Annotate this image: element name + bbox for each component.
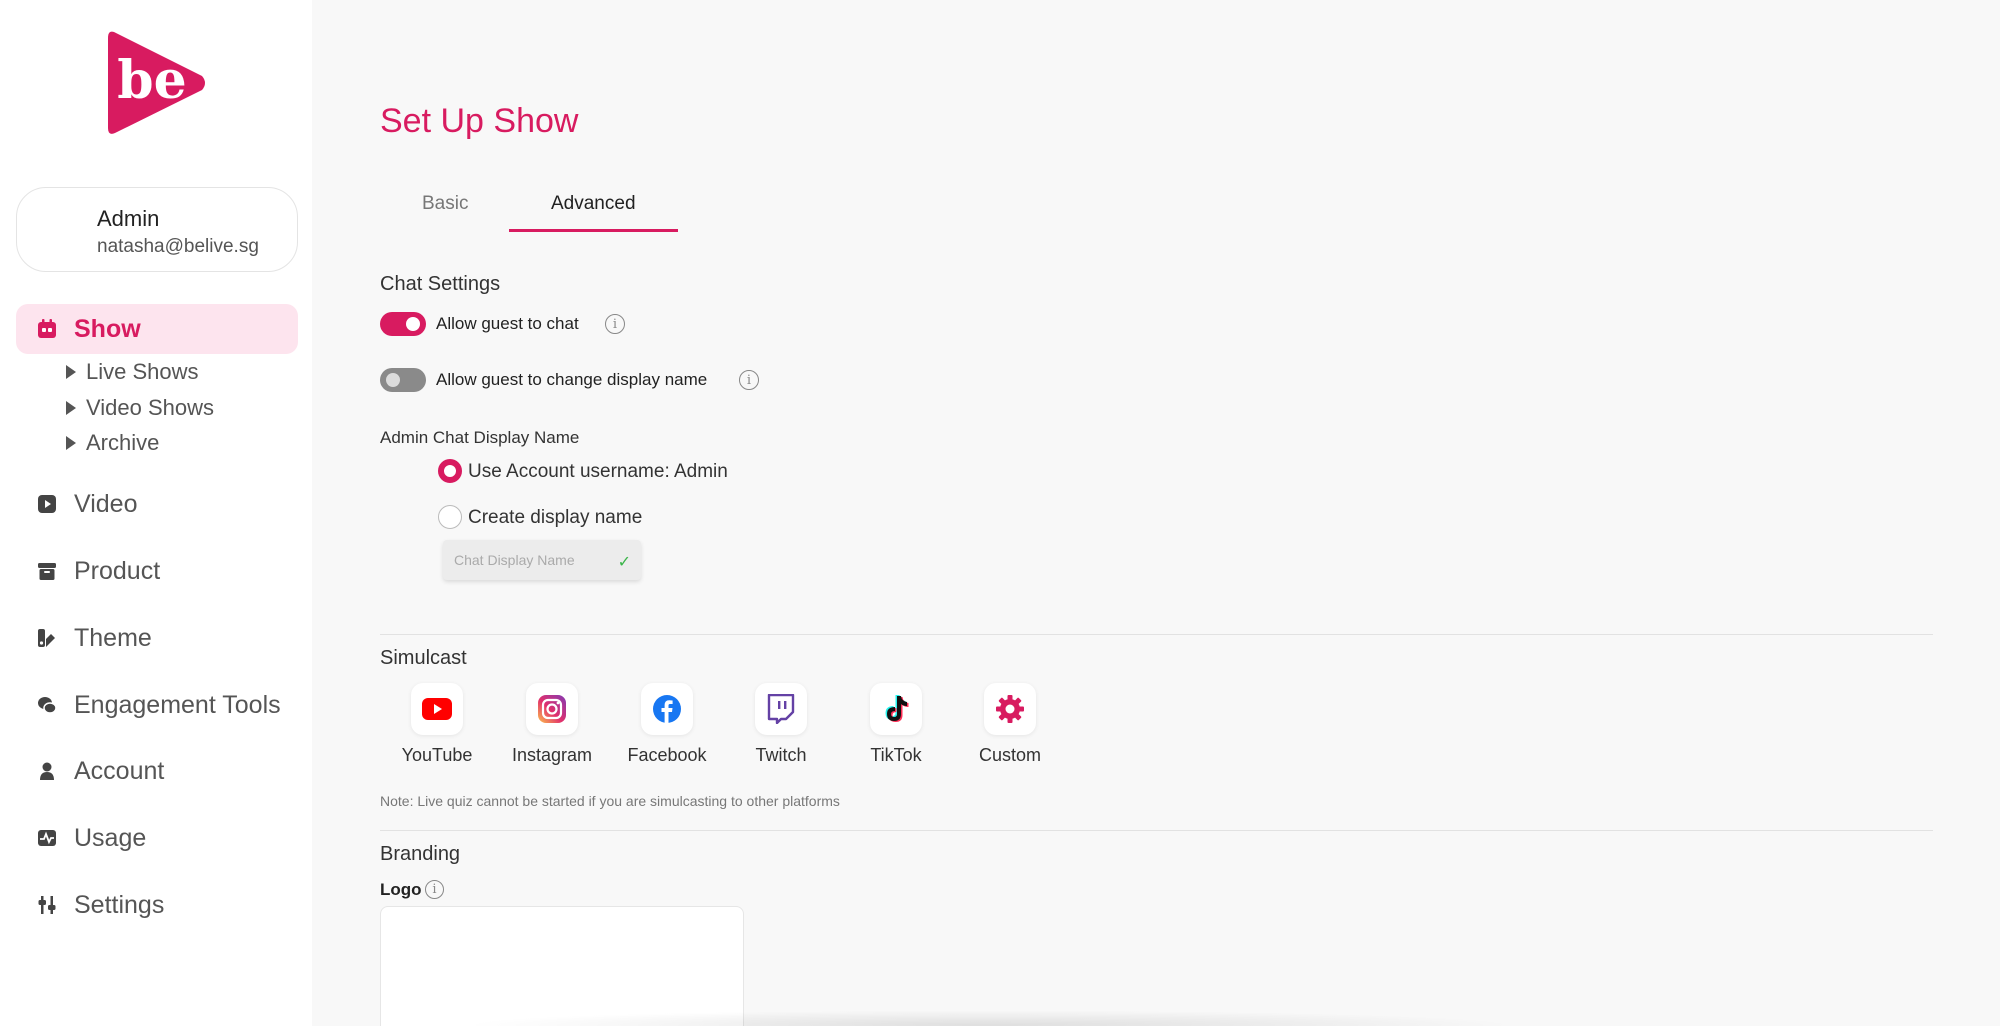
caret-right-icon — [66, 401, 76, 415]
tab-advanced[interactable]: Advanced — [551, 193, 636, 215]
sidebar-item-engagement-tools[interactable]: Engagement Tools — [16, 680, 298, 730]
toggle-knob — [406, 317, 420, 331]
use-account-username-label: Use Account username: Admin — [468, 461, 728, 482]
platform-label: YouTube — [401, 745, 473, 765]
caret-right-icon — [66, 365, 76, 379]
sidebar-item-label: Video — [74, 489, 138, 518]
platform-label: Facebook — [627, 745, 707, 765]
caret-right-icon — [66, 436, 76, 450]
admin-display-name-heading: Admin Chat Display Name — [380, 428, 580, 447]
platform-label: Custom — [978, 745, 1041, 765]
chat-settings-heading: Chat Settings — [380, 273, 501, 295]
platform-label: Twitch — [755, 745, 807, 765]
box-icon — [36, 560, 58, 582]
play-icon — [36, 493, 58, 515]
toggle-knob — [386, 373, 400, 387]
sidebar-item-label: Engagement Tools — [74, 690, 281, 719]
simulcast-note: Note: Live quiz cannot be started if you… — [380, 793, 840, 809]
check-icon: ✓ — [617, 554, 631, 571]
platform-twitch[interactable]: Twitch — [731, 683, 831, 766]
platform-label: TikTok — [870, 745, 922, 765]
logo-label: Logo — [380, 880, 422, 900]
sidebar-item-product[interactable]: Product — [16, 546, 298, 596]
sidebar-item-theme[interactable]: Theme — [16, 613, 298, 663]
branding-heading: Branding — [380, 843, 461, 865]
instagram-icon — [526, 683, 578, 735]
platform-label: Instagram — [511, 745, 593, 765]
platform-facebook[interactable]: Facebook — [617, 683, 717, 766]
tab-basic[interactable]: Basic — [422, 193, 468, 215]
user-name: Admin — [97, 206, 160, 231]
platform-instagram[interactable]: Instagram — [502, 683, 602, 766]
palette-icon — [36, 627, 58, 649]
info-icon[interactable]: i — [739, 370, 759, 390]
sidebar-item-label: Product — [74, 556, 161, 585]
tiktok-icon — [870, 683, 922, 735]
sidebar-item-usage[interactable]: Usage — [16, 813, 298, 863]
platform-custom[interactable]: Custom — [960, 683, 1060, 766]
platform-tiktok[interactable]: TikTok — [846, 683, 946, 766]
chat-display-name-placeholder: Chat Display Name — [454, 552, 575, 568]
sidebar-item-label: Settings — [74, 890, 165, 919]
sidebar-item-account[interactable]: Account — [16, 746, 298, 796]
sidebar-item-settings[interactable]: Settings — [16, 880, 298, 930]
twitch-icon — [755, 683, 807, 735]
sidebar-item-label: Show — [74, 314, 141, 343]
sidebar-subitem-archive[interactable]: Archive — [66, 430, 159, 456]
sidebar-item-label: Theme — [74, 623, 152, 652]
calendar-icon — [36, 318, 58, 340]
allow-guest-chat-label: Allow guest to chat — [436, 314, 579, 333]
chat-display-name-input[interactable]: Chat Display Name ✓ — [443, 540, 641, 580]
allow-guest-rename-label: Allow guest to change display name — [436, 370, 708, 389]
sidebar-subitem-live-shows[interactable]: Live Shows — [66, 359, 199, 385]
allow-guest-rename-toggle[interactable] — [380, 368, 426, 392]
sidebar-subitem-label: Video Shows — [86, 395, 215, 420]
section-divider — [380, 830, 1933, 831]
activity-icon — [36, 827, 58, 849]
allow-guest-chat-toggle[interactable] — [380, 312, 426, 336]
sliders-icon — [36, 894, 58, 916]
belive-logo[interactable]: be — [104, 28, 208, 138]
simulcast-heading: Simulcast — [380, 647, 467, 669]
sidebar: be Admin natasha@belive.sg Show Live Sho… — [0, 0, 312, 1026]
active-tab-indicator — [509, 229, 678, 232]
create-display-name-label: Create display name — [468, 507, 643, 528]
sidebar-item-show[interactable]: Show — [16, 304, 298, 354]
logo-upload-area[interactable] — [380, 906, 744, 1026]
user-card[interactable]: Admin natasha@belive.sg — [16, 187, 298, 272]
gear-icon — [984, 683, 1036, 735]
sidebar-subitem-label: Live Shows — [86, 359, 199, 384]
user-icon — [36, 760, 58, 782]
logo-text: be — [117, 50, 186, 111]
user-email: natasha@belive.sg — [97, 236, 259, 257]
info-icon[interactable]: i — [605, 314, 625, 334]
sidebar-subitem-video-shows[interactable]: Video Shows — [66, 395, 214, 421]
youtube-icon — [411, 683, 463, 735]
facebook-icon — [641, 683, 693, 735]
chat-bubbles-icon — [36, 694, 58, 716]
sidebar-item-label: Account — [74, 756, 165, 785]
sidebar-item-video[interactable]: Video — [16, 479, 298, 529]
platform-youtube[interactable]: YouTube — [387, 683, 487, 766]
use-account-username-radio[interactable] — [438, 459, 462, 483]
sidebar-item-label: Usage — [74, 823, 147, 852]
info-icon[interactable]: i — [425, 880, 444, 899]
section-divider — [380, 634, 1933, 635]
create-display-name-radio[interactable] — [438, 505, 462, 529]
logo-label-text: Logo — [380, 880, 422, 899]
page-title: Set Up Show — [380, 102, 579, 140]
sidebar-subitem-label: Archive — [86, 430, 160, 455]
